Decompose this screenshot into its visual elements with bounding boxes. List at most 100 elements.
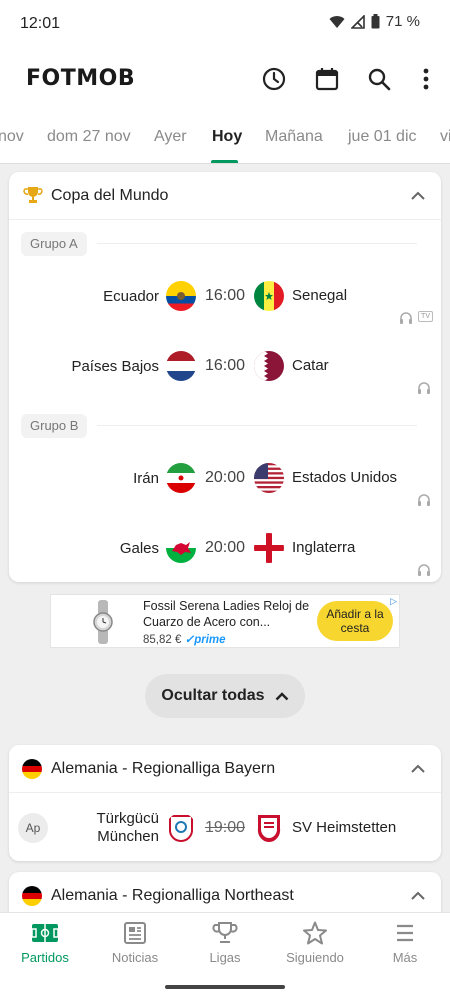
tab-jue-01-dic[interactable]: jue 01 dic xyxy=(348,128,417,146)
watch-product-image xyxy=(93,600,113,644)
match-row[interactable]: Gales 20:00 Inglaterra xyxy=(9,513,441,582)
match-time-cancelled: 19:00 xyxy=(204,819,246,836)
ad-price: 85,82 € xyxy=(143,634,182,646)
group-b-label: Grupo B xyxy=(21,414,88,438)
nav-label: Noticias xyxy=(111,950,159,965)
chevron-up-icon[interactable] xyxy=(409,187,427,205)
nav-mas[interactable]: Más xyxy=(360,921,450,977)
away-team: Catar xyxy=(292,357,329,374)
usa-flag-icon xyxy=(254,463,284,493)
active-tab-indicator xyxy=(211,160,238,163)
calendar-icon xyxy=(315,68,339,91)
turkgucu-crest-icon xyxy=(168,815,194,843)
world-cup-title: Copa del Mundo xyxy=(51,187,169,204)
league-header[interactable]: Alemania - Regionalliga Bayern xyxy=(9,745,441,793)
match-time: 16:00 xyxy=(204,357,246,374)
chevron-up-icon[interactable] xyxy=(409,887,427,905)
tab-nov[interactable]: nov xyxy=(0,128,24,146)
netherlands-flag-icon xyxy=(166,351,196,381)
audio-commentary-icon xyxy=(418,494,430,506)
status-time: 12:01 xyxy=(20,15,61,32)
nav-ligas[interactable]: Ligas xyxy=(180,921,270,977)
match-row[interactable]: Irán 20:00 Estados Unidos xyxy=(9,443,441,513)
trophy-icon xyxy=(23,187,43,203)
match-row[interactable]: Ecuador 16:00 Senegal TV xyxy=(9,261,441,331)
match-row[interactable]: Ap Türkgücü München 19:00 SV Heimstetten xyxy=(9,793,441,861)
chevron-up-icon[interactable] xyxy=(409,760,427,778)
menu-icon xyxy=(397,924,413,942)
news-icon xyxy=(124,922,146,944)
home-team: Irán xyxy=(133,469,159,487)
league-title: Alemania - Regionalliga Bayern xyxy=(51,760,276,777)
wifi-icon xyxy=(329,15,345,28)
group-a-label: Grupo A xyxy=(21,232,87,256)
hide-all-button[interactable]: Ocultar todas xyxy=(145,674,305,718)
audio-commentary-icon xyxy=(418,382,430,394)
germany-flag-icon xyxy=(22,759,42,779)
more-vert-icon xyxy=(423,68,429,90)
match-time: 20:00 xyxy=(204,469,246,486)
prime-badge: ✓prime xyxy=(184,634,226,646)
nav-noticias[interactable]: Noticias xyxy=(90,921,180,977)
away-team: SV Heimstetten xyxy=(292,819,397,836)
clock-button[interactable] xyxy=(259,64,289,94)
nav-partidos[interactable]: Partidos xyxy=(0,921,90,977)
ad-banner[interactable]: Fossil Serena Ladies Reloj de Cuarzo de … xyxy=(50,594,400,648)
match-time: 16:00 xyxy=(204,287,246,304)
calendar-button[interactable] xyxy=(312,64,342,94)
nav-siguiendo[interactable]: Siguiendo xyxy=(270,921,360,977)
germany-flag-icon xyxy=(22,886,42,906)
add-to-cart-button[interactable]: Añadir a la cesta xyxy=(317,601,393,641)
ad-choices-icon[interactable]: ▷ xyxy=(390,596,397,607)
match-row[interactable]: Países Bajos 16:00 Catar xyxy=(9,331,441,401)
trophy-icon xyxy=(212,922,238,943)
battery-icon xyxy=(371,14,380,29)
away-team: Senegal xyxy=(292,287,348,304)
league-title: Alemania - Regionalliga Northeast xyxy=(51,887,294,904)
tab-ayer[interactable]: Ayer xyxy=(154,128,187,146)
fotmob-logo[interactable]: FOTMOB xyxy=(26,66,135,91)
divider xyxy=(97,425,417,426)
pitch-icon xyxy=(31,924,59,942)
search-button[interactable] xyxy=(364,64,394,94)
tab-vi[interactable]: vi xyxy=(440,128,450,146)
star-icon xyxy=(303,921,327,945)
battery-percent: 71 % xyxy=(385,13,420,30)
nav-label: Más xyxy=(392,950,418,965)
tv-icon: TV xyxy=(418,311,433,322)
more-options-button[interactable] xyxy=(411,64,441,94)
iran-flag-icon xyxy=(166,463,196,493)
sv-heimstetten-crest-icon xyxy=(257,815,281,843)
signal-icon xyxy=(350,14,365,29)
ad-title: Fossil Serena Ladies Reloj de Cuarzo de … xyxy=(143,599,310,629)
tab-dom-27-nov[interactable]: dom 27 nov xyxy=(47,128,131,146)
world-cup-card: Copa del Mundo Grupo A Ecuador 16:00 Sen… xyxy=(9,172,441,582)
home-team: Türkgücü München xyxy=(96,810,159,845)
audio-commentary-icon xyxy=(400,312,412,324)
match-time: 20:00 xyxy=(204,539,246,556)
nav-label: Partidos xyxy=(21,950,69,965)
divider xyxy=(97,243,417,244)
app-bar: FOTMOB xyxy=(0,48,450,114)
ecuador-flag-icon xyxy=(166,281,196,311)
senegal-flag-icon xyxy=(254,281,284,311)
audio-commentary-icon xyxy=(418,564,430,576)
world-cup-header[interactable]: Copa del Mundo xyxy=(9,172,441,220)
home-team: Ecuador xyxy=(103,287,159,305)
status-icons: 71 % xyxy=(329,13,420,30)
ad-price-row: 85,82 € ✓prime xyxy=(143,632,226,646)
away-team: Inglaterra xyxy=(292,539,356,556)
search-icon xyxy=(368,68,391,91)
clock-icon xyxy=(262,67,286,91)
england-flag-icon xyxy=(254,533,284,563)
tab-manana[interactable]: Mañana xyxy=(265,128,323,146)
qatar-flag-icon xyxy=(254,351,284,381)
status-bar: 12:01 71 % xyxy=(0,0,450,48)
chevron-up-icon xyxy=(275,692,288,701)
gesture-home-bar[interactable] xyxy=(165,985,285,989)
tab-hoy[interactable]: Hoy xyxy=(212,128,242,146)
home-team: Gales xyxy=(119,539,159,557)
nav-label: Ligas xyxy=(209,950,241,965)
league-card-bayern: Alemania - Regionalliga Bayern Ap Türkgü… xyxy=(9,745,441,861)
date-tabs: nov dom 27 nov Ayer Hoy Mañana jue 01 di… xyxy=(0,114,450,164)
